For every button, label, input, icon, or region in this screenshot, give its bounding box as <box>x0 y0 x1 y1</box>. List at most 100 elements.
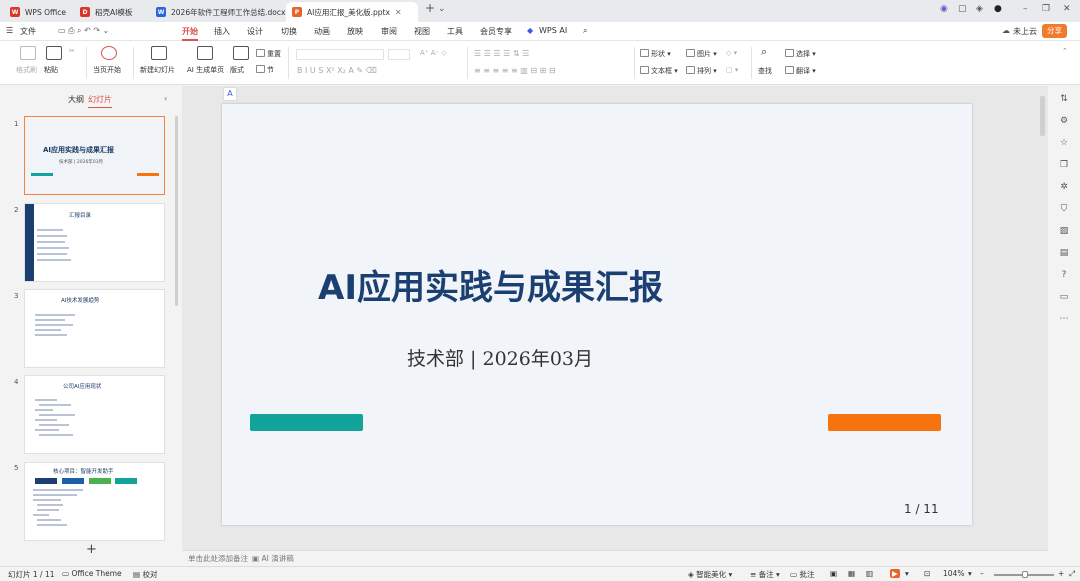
align-icons[interactable]: ≡ ≡ ≡ ≡ ≡ ▥ ⊟ ⊞ ⊟ <box>474 66 556 75</box>
share-button[interactable]: 分享 <box>1042 24 1067 38</box>
menu-animation[interactable]: 动画 <box>314 26 330 37</box>
tab-pptx[interactable]: P AI应用汇报_美化版.pptx ✕ <box>286 2 418 22</box>
ai-assistant-icon[interactable]: ◉ <box>940 4 948 14</box>
list-icons[interactable]: ☰ ☰ ☰ ☰ ⇅ ☰ <box>474 49 529 58</box>
canvas-scrollbar[interactable] <box>1040 96 1045 136</box>
text-format-icons[interactable]: B I U S X² X₂ A ✎ ⌫ <box>297 66 377 75</box>
comment-icon[interactable]: ▭ <box>1059 292 1069 302</box>
notes-placeholder[interactable]: 单击此处添加备注 <box>188 553 248 564</box>
theme-button[interactable]: ▭ Office Theme <box>62 569 122 578</box>
minimize-icon[interactable]: – <box>1023 4 1028 14</box>
layout-button[interactable]: 版式 <box>230 65 244 75</box>
teal-accent-bar[interactable] <box>250 414 363 431</box>
chevron-down-icon[interactable]: ⌄ <box>438 4 446 14</box>
menu-tools[interactable]: 工具 <box>447 26 463 37</box>
zoom-level[interactable]: 104% <box>943 569 964 578</box>
window-close-icon[interactable]: ✕ <box>1063 4 1071 14</box>
reset-button[interactable]: 重置 <box>256 49 281 59</box>
ai-speaker-button[interactable]: ▣ AI 演讲稿 <box>252 553 294 564</box>
play-dropdown-icon[interactable]: ▾ <box>905 569 909 578</box>
zoom-dropdown-icon[interactable]: ▾ <box>968 569 972 578</box>
close-icon[interactable]: ✕ <box>395 8 402 17</box>
search-icon[interactable]: ⌕ <box>583 26 587 36</box>
picture-button[interactable]: 图片 ▾ <box>686 49 717 59</box>
from-current-button[interactable]: 当页开始 <box>93 65 121 75</box>
avatar[interactable]: ● <box>994 4 1002 14</box>
translate-button[interactable]: 翻译 ▾ <box>785 66 816 76</box>
ai-float-icon[interactable]: A <box>223 87 237 101</box>
ai-slide-button[interactable]: AI 生成单页 <box>187 65 224 75</box>
find-button[interactable]: 查找 <box>758 66 772 76</box>
font-size-select[interactable] <box>388 49 410 60</box>
panel-scrollbar[interactable] <box>175 116 178 306</box>
properties-icon[interactable]: ⇅ <box>1059 94 1069 104</box>
menu-slideshow[interactable]: 放映 <box>347 26 363 37</box>
textbox-button[interactable]: 文本框 ▾ <box>640 66 678 76</box>
tab-slides[interactable]: 幻灯片 <box>88 94 112 108</box>
menu-start[interactable]: 开始 <box>182 26 198 41</box>
proofread-button[interactable]: ▤ 校对 <box>133 569 157 580</box>
copy-icon[interactable]: ❐ <box>1059 160 1069 170</box>
current-slide[interactable]: AI应用实践与成果汇报 技术部 | 2026年03月 1 / 11 <box>222 104 972 525</box>
play-icon[interactable]: ▶ <box>890 569 900 578</box>
hamburger-icon[interactable]: ☰ <box>6 26 13 35</box>
comment-button[interactable]: ▭ 批注 <box>790 569 814 580</box>
collapse-panel-icon[interactable]: ‹ <box>164 94 167 103</box>
outline-icon[interactable]: ▢ ▾ <box>726 66 738 74</box>
notes-button[interactable]: ≡ 备注 ▾ <box>750 569 780 580</box>
font-family-select[interactable] <box>296 49 384 60</box>
menu-insert[interactable]: 插入 <box>214 26 230 37</box>
quick-access-icons[interactable]: ▭ ⎙ ⌕ ↶ ↷ ⌄ <box>58 26 109 36</box>
fill-icon[interactable]: ◇ ▾ <box>726 49 737 57</box>
cloud-status[interactable]: 未上云 <box>1013 26 1037 37</box>
font-size-adjust-icons[interactable]: A⁺ A⁻ ◇ <box>420 49 447 57</box>
format-painter-button[interactable]: 格式刷 <box>16 65 37 75</box>
new-tab-icon[interactable]: + <box>425 1 435 15</box>
paste-button[interactable]: 粘贴 <box>44 65 58 75</box>
picture-icon[interactable]: ▨ <box>1059 226 1069 236</box>
sorter-view-icon[interactable]: ▦ <box>848 569 855 578</box>
slide-thumbnail-5[interactable]: 核心项目：智能开发助手 <box>24 462 165 541</box>
menu-review[interactable]: 审阅 <box>381 26 397 37</box>
tab-wps-office[interactable]: W WPS Office <box>4 2 72 22</box>
menu-file[interactable]: 文件 <box>20 26 36 37</box>
tab-outline[interactable]: 大纲 <box>68 94 84 105</box>
menu-transition[interactable]: 切换 <box>281 26 297 37</box>
expand-icon[interactable]: ⤢ <box>1069 569 1075 579</box>
skin-icon[interactable]: ◈ <box>976 4 983 14</box>
zoom-out-icon[interactable]: – <box>980 569 984 578</box>
slide-title[interactable]: AI应用实践与成果汇报 <box>318 260 663 309</box>
shape-button[interactable]: 形状 ▾ <box>640 49 671 59</box>
zoom-slider-thumb[interactable] <box>1022 571 1028 578</box>
add-slide-icon[interactable]: + <box>86 542 97 557</box>
zoom-slider[interactable] <box>994 571 1054 578</box>
tab-word-doc[interactable]: W 2026年软件工程师工作总结.docx <box>150 2 291 22</box>
menu-wps-ai[interactable]: WPS AI <box>539 26 567 35</box>
select-button[interactable]: 选择 ▾ <box>785 49 816 59</box>
image-icon[interactable]: ▤ <box>1059 248 1069 258</box>
reading-view-icon[interactable]: ▥ <box>866 569 873 578</box>
restore-icon[interactable]: ❐ <box>1042 4 1050 14</box>
animation-icon[interactable]: ✲ <box>1059 182 1069 192</box>
zoom-in-icon[interactable]: + <box>1058 569 1064 578</box>
slide-thumbnail-1[interactable]: AI应用实践与成果汇报 技术部 | 2026年03月 <box>24 116 165 195</box>
collapse-ribbon-icon[interactable]: ⌃ <box>1062 47 1068 55</box>
slide-thumbnail-3[interactable]: AI技术发展趋势 <box>24 289 165 368</box>
section-button[interactable]: 节 <box>256 65 274 75</box>
new-slide-button[interactable]: 新建幻灯片 <box>140 65 175 75</box>
slide-thumbnail-2[interactable]: 汇报目录 <box>24 203 165 282</box>
arrange-button[interactable]: 排列 ▾ <box>686 66 717 76</box>
menu-view[interactable]: 视图 <box>414 26 430 37</box>
fit-icon[interactable]: ⊡ <box>924 569 930 578</box>
orange-accent-bar[interactable] <box>828 414 941 431</box>
favorite-icon[interactable]: ☆ <box>1059 138 1069 148</box>
beautify-button[interactable]: ◈ 智能美化 ▾ <box>688 569 732 580</box>
menu-member[interactable]: 会员专享 <box>480 26 512 37</box>
help-icon[interactable]: ? <box>1059 270 1069 280</box>
slide-subtitle[interactable]: 技术部 | 2026年03月 <box>407 344 593 371</box>
cut-icon[interactable]: ✂ <box>69 47 75 55</box>
tab-docer-templates[interactable]: D 稻壳AI模板 <box>74 2 138 22</box>
shirt-icon[interactable]: ⛉ <box>1059 204 1069 214</box>
normal-view-icon[interactable]: ▣ <box>830 569 837 578</box>
menu-design[interactable]: 设计 <box>247 26 263 37</box>
